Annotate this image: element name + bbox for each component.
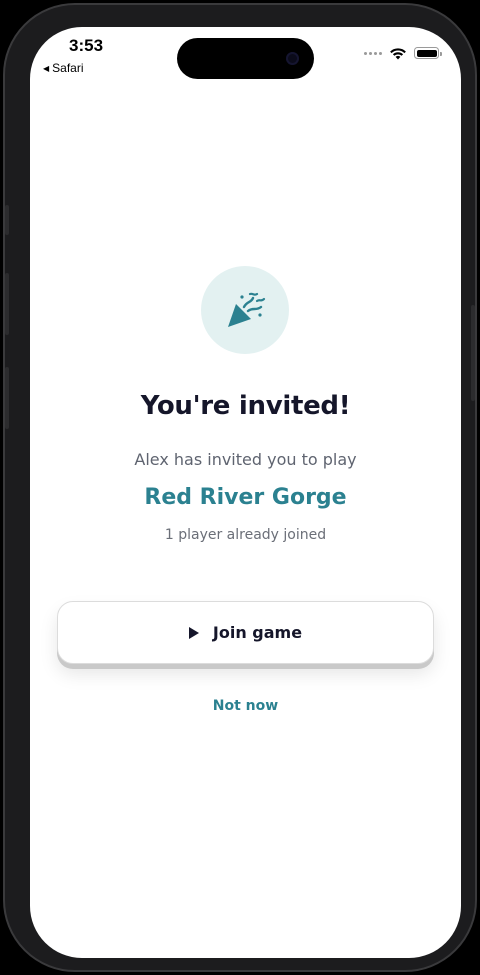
- invite-content: You're invited! Alex has invited you to …: [30, 27, 461, 958]
- game-name: Red River Gorge: [144, 485, 347, 510]
- join-game-label: Join game: [212, 623, 303, 642]
- volume-up-button: [5, 273, 9, 335]
- join-game-button[interactable]: Join game: [57, 601, 434, 664]
- phone-frame: 3:53 ◀ Safari You're invited! Alex has i…: [3, 3, 477, 972]
- party-badge: [201, 266, 289, 354]
- players-joined-text: 1 player already joined: [164, 527, 327, 543]
- invite-subtitle: Alex has invited you to play: [134, 450, 357, 469]
- not-now-button[interactable]: Not now: [30, 698, 461, 714]
- screen: 3:53 ◀ Safari You're invited! Alex has i…: [30, 27, 461, 958]
- play-icon: [188, 626, 199, 639]
- volume-down-button: [5, 367, 9, 429]
- power-button: [471, 305, 475, 401]
- page-title: You're invited!: [140, 391, 351, 421]
- action-button: [5, 205, 9, 235]
- party-popper-icon: [228, 292, 266, 327]
